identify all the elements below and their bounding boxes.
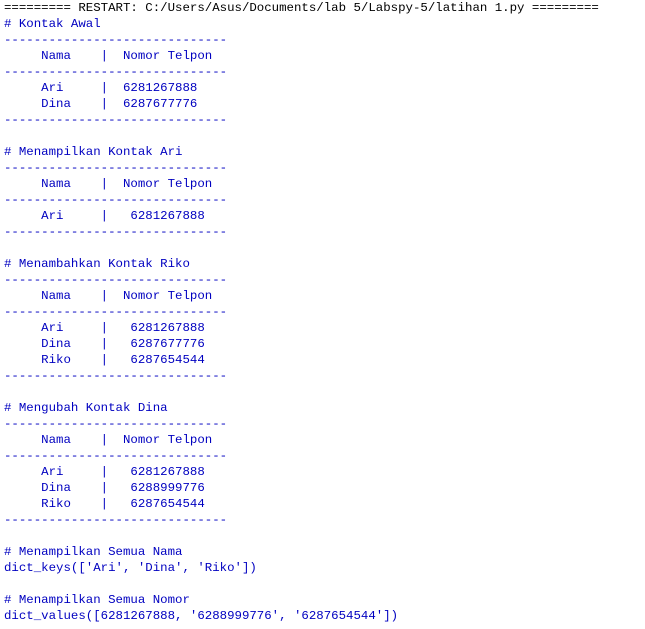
output-line: Ari | 6281267888: [4, 465, 205, 479]
program-output: # Kontak Awal ---------------------------…: [4, 16, 645, 624]
shell-output[interactable]: ========= RESTART: C:/Users/Asus/Documen…: [0, 0, 645, 629]
restart-banner: ========= RESTART: C:/Users/Asus/Documen…: [4, 1, 599, 15]
output-line: # Kontak Awal: [4, 17, 101, 31]
output-line: # Mengubah Kontak Dina: [4, 401, 168, 415]
output-line: ------------------------------: [4, 369, 228, 383]
output-line: ------------------------------: [4, 225, 228, 239]
output-line: ------------------------------: [4, 113, 228, 127]
output-line: Ari | 6281267888: [4, 209, 205, 223]
output-line: Dina | 6287677776: [4, 337, 205, 351]
output-line: Nama | Nomor Telpon: [4, 177, 213, 191]
output-line: # Menampilkan Kontak Ari: [4, 145, 183, 159]
output-line: ------------------------------: [4, 273, 228, 287]
output-line: Nama | Nomor Telpon: [4, 433, 213, 447]
output-line: ------------------------------: [4, 161, 228, 175]
output-line: dict_values([6281267888, '6288999776', '…: [4, 609, 399, 623]
output-line: ------------------------------: [4, 33, 228, 47]
output-line: # Menampilkan Semua Nama: [4, 545, 183, 559]
output-line: ------------------------------: [4, 417, 228, 431]
output-line: Dina | 6288999776: [4, 481, 205, 495]
output-line: dict_keys(['Ari', 'Dina', 'Riko']): [4, 561, 257, 575]
output-line: Riko | 6287654544: [4, 497, 205, 511]
output-line: Ari | 6281267888: [4, 81, 198, 95]
output-line: # Menambahkan Kontak Riko: [4, 257, 190, 271]
output-line: Dina | 6287677776: [4, 97, 198, 111]
output-line: # Menampilkan Semua Nomor: [4, 593, 190, 607]
output-line: ------------------------------: [4, 449, 228, 463]
output-line: ------------------------------: [4, 65, 228, 79]
output-line: Riko | 6287654544: [4, 353, 205, 367]
output-line: ------------------------------: [4, 305, 228, 319]
output-line: Ari | 6281267888: [4, 321, 205, 335]
output-line: ------------------------------: [4, 193, 228, 207]
output-line: Nama | Nomor Telpon: [4, 49, 213, 63]
output-line: ------------------------------: [4, 513, 228, 527]
output-line: Nama | Nomor Telpon: [4, 289, 213, 303]
